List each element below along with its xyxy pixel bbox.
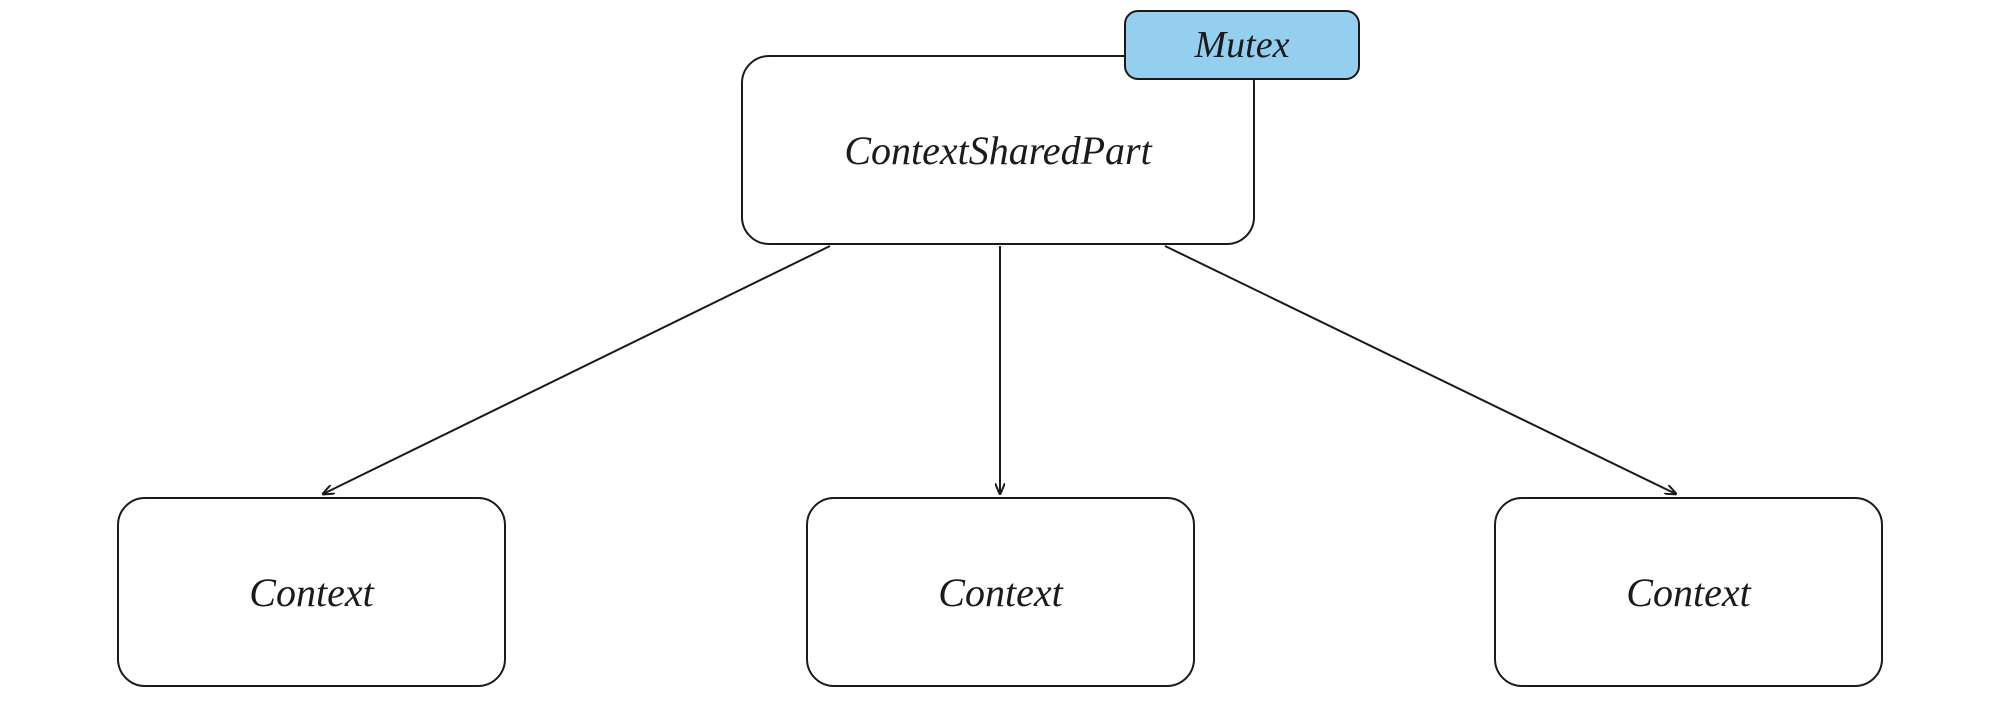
context-box-middle: Context [806,497,1195,687]
context-shared-part-box: ContextSharedPart [741,55,1255,245]
context-label-middle: Context [938,569,1062,616]
mutex-label: Mutex [1195,23,1290,67]
mutex-badge: Mutex [1124,10,1360,80]
context-box-right: Context [1494,497,1883,687]
context-box-left: Context [117,497,506,687]
context-label-left: Context [249,569,373,616]
context-label-right: Context [1626,569,1750,616]
context-shared-part-label: ContextSharedPart [844,127,1151,174]
